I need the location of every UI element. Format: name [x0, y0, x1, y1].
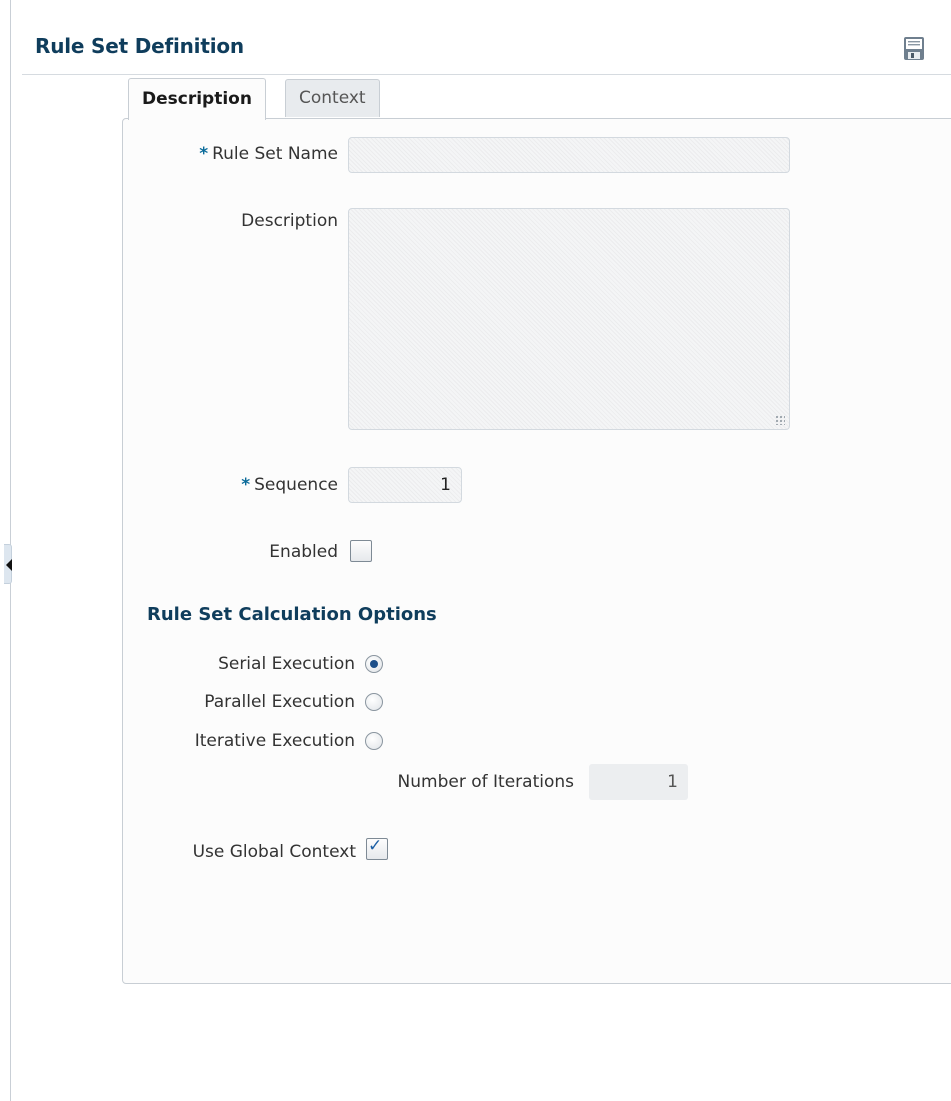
header-divider [22, 74, 951, 75]
collapse-arrow-icon [6, 559, 12, 571]
required-marker: * [199, 144, 209, 164]
checkmark-icon: ✓ [368, 836, 383, 856]
tab-context[interactable]: Context [285, 79, 380, 117]
page-title: Rule Set Definition [35, 34, 244, 58]
resize-grip-icon[interactable] [775, 415, 785, 425]
use-global-context-checkbox[interactable]: ✓ [366, 836, 388, 860]
parallel-execution-label: Parallel Execution [204, 692, 355, 712]
rule-set-name-input[interactable] [348, 137, 790, 173]
sequence-label: * Sequence [241, 475, 338, 495]
parallel-execution-radio[interactable] [365, 693, 383, 711]
sequence-input[interactable]: 1 [348, 467, 462, 503]
save-icon[interactable] [903, 36, 925, 61]
description-textarea[interactable] [348, 208, 790, 430]
iterations-label: Number of Iterations [397, 772, 574, 792]
rule-set-name-label: * Rule Set Name [199, 144, 338, 164]
panel-collapse-handle[interactable] [4, 544, 12, 584]
tab-description[interactable]: Description [128, 78, 266, 120]
required-marker: * [241, 475, 251, 495]
iterative-execution-radio[interactable] [365, 732, 383, 750]
serial-execution-radio[interactable] [365, 655, 383, 673]
iterative-execution-label: Iterative Execution [194, 731, 355, 751]
iterations-input[interactable]: 1 [589, 764, 688, 800]
enabled-label: Enabled [269, 542, 338, 562]
calculation-options-title: Rule Set Calculation Options [147, 604, 437, 625]
radio-selected-dot [370, 660, 378, 668]
enabled-checkbox[interactable] [350, 540, 372, 562]
description-label: Description [241, 211, 338, 231]
serial-execution-label: Serial Execution [218, 654, 355, 674]
use-global-context-label: Use Global Context [192, 842, 356, 862]
